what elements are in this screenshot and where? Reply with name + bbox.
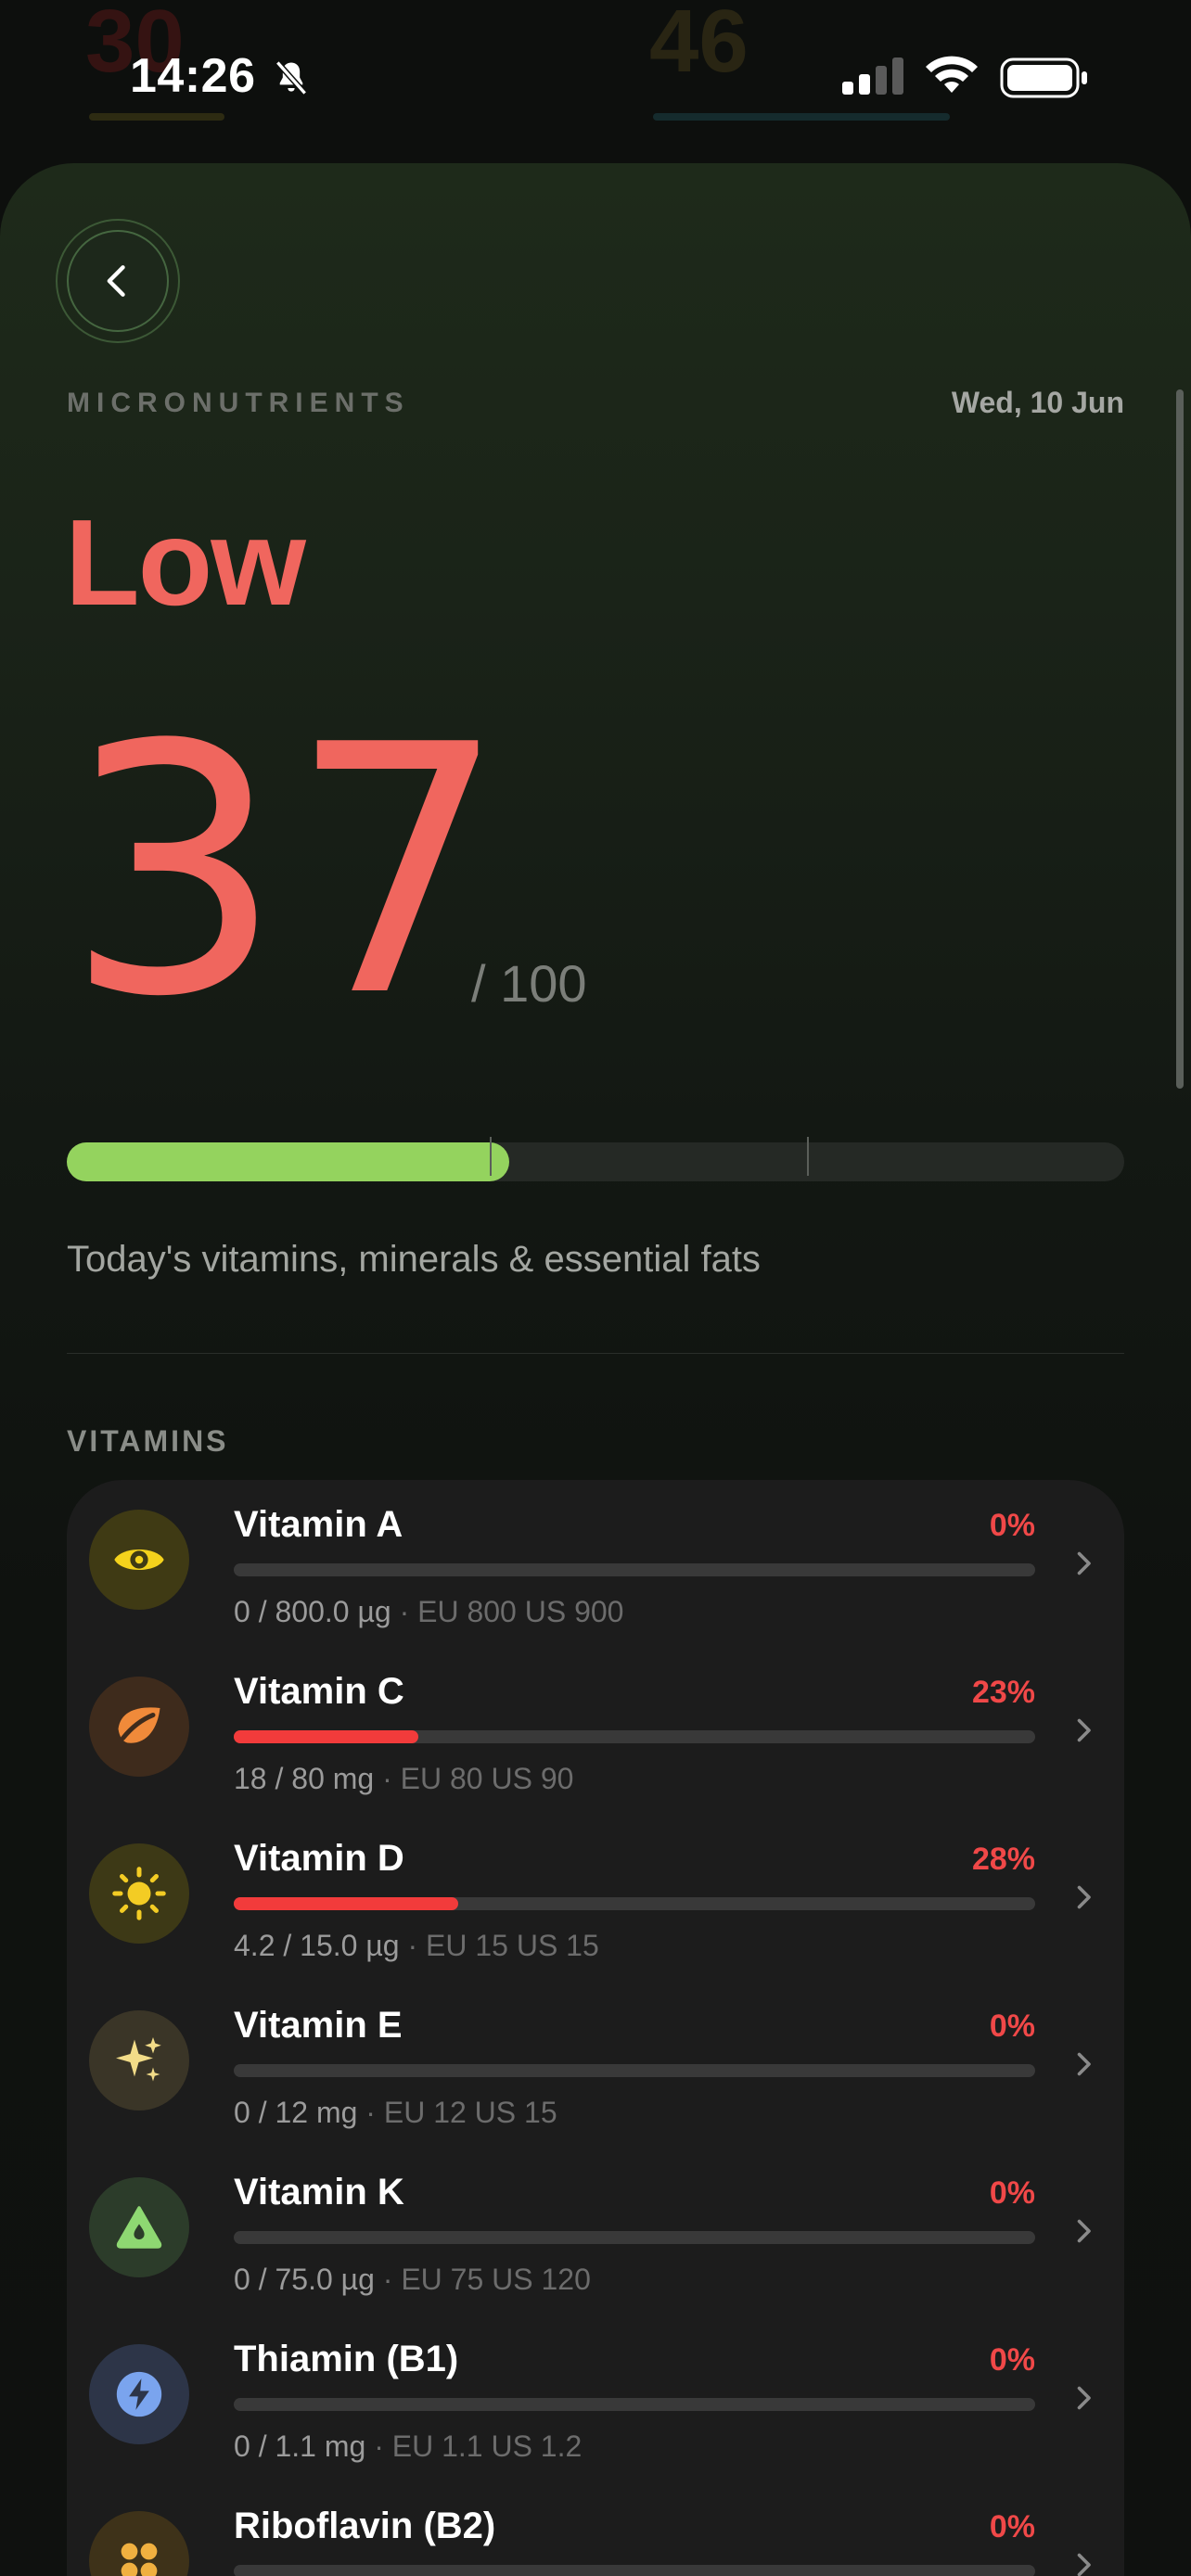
nutrient-progress-fill bbox=[234, 1897, 458, 1910]
nutrient-row-vitamin-a[interactable]: Vitamin A 0% 0 / 800.0 µg · EU 800 US 90… bbox=[67, 1480, 1124, 1647]
nutrient-amount: 0 / 12 mg · EU 12 US 15 bbox=[234, 2096, 557, 2129]
nutrient-row-riboflavin-b2[interactable]: Riboflavin (B2) 0% bbox=[67, 2481, 1124, 2576]
eye-icon bbox=[89, 1510, 189, 1610]
dots-icon bbox=[89, 2511, 189, 2576]
nutrient-percent: 0% bbox=[989, 2342, 1035, 2378]
nutrient-percent: 0% bbox=[989, 2509, 1035, 2544]
chevron-right-icon bbox=[1077, 2553, 1091, 2576]
background-value-right: 46 bbox=[649, 0, 749, 91]
nutrient-name: Riboflavin (B2) bbox=[234, 2506, 496, 2546]
divider bbox=[67, 1353, 1124, 1354]
nutrient-name: Vitamin K bbox=[234, 2172, 404, 2213]
leaf-icon bbox=[89, 1677, 189, 1777]
nutrient-amount: 0 / 800.0 µg · EU 800 US 900 bbox=[234, 1595, 624, 1628]
nutrient-percent: 28% bbox=[971, 1842, 1035, 1877]
nutrient-row-thiamin-b1[interactable]: Thiamin (B1) 0% 0 / 1.1 mg · EU 1.1 US 1… bbox=[67, 2315, 1124, 2481]
bolt-icon bbox=[89, 2344, 189, 2444]
nutrient-amount: 4.2 / 15.0 µg · EU 15 US 15 bbox=[234, 1929, 599, 1962]
nutrient-row-vitamin-k[interactable]: Vitamin K 0% 0 / 75.0 µg · EU 75 US 120 bbox=[67, 2148, 1124, 2315]
nutrient-percent: 0% bbox=[989, 2175, 1035, 2211]
nutrient-name: Vitamin C bbox=[234, 1671, 404, 1712]
battery-icon bbox=[1000, 57, 1089, 103]
nutrient-amount: 0 / 1.1 mg · EU 1.1 US 1.2 bbox=[234, 2429, 583, 2463]
score-subtitle: Today's vitamins, minerals & essential f… bbox=[67, 1239, 761, 1280]
score-progress-fill bbox=[67, 1142, 509, 1181]
nutrient-progress-bar bbox=[234, 2064, 1035, 2077]
chevron-right-icon bbox=[1077, 1718, 1091, 1742]
nutrient-progress-bar bbox=[234, 2398, 1035, 2411]
back-button-inner bbox=[67, 230, 169, 332]
cellular-signal-icon bbox=[842, 57, 905, 99]
sun-icon bbox=[89, 1843, 189, 1944]
nutrient-amount: 0 / 75.0 µg · EU 75 US 120 bbox=[234, 2263, 591, 2296]
back-button[interactable] bbox=[56, 219, 180, 343]
score-progress-bar bbox=[67, 1137, 1124, 1181]
nutrient-name: Vitamin E bbox=[234, 2005, 403, 2046]
section-label: MICRONUTRIENTS bbox=[67, 388, 410, 418]
chevron-right-icon bbox=[1077, 2219, 1091, 2243]
nutrient-progress-bar bbox=[234, 2231, 1035, 2244]
chevron-right-icon bbox=[1077, 2386, 1091, 2410]
status-bar: 30 46 14:26 bbox=[0, 0, 1191, 158]
chevron-right-icon bbox=[1077, 2052, 1091, 2076]
progress-tick bbox=[490, 1137, 492, 1176]
nutrient-progress-bar bbox=[234, 2565, 1035, 2576]
sparkles-icon bbox=[89, 2010, 189, 2111]
background-bar-right bbox=[653, 113, 950, 121]
chevron-left-icon bbox=[107, 265, 125, 297]
score-value: 37 bbox=[65, 673, 513, 1072]
bell-slash-icon bbox=[271, 57, 312, 103]
nutrient-percent: 0% bbox=[989, 2009, 1035, 2044]
nutrient-row-vitamin-e[interactable]: Vitamin E 0% 0 / 12 mg · EU 12 US 15 bbox=[67, 1981, 1124, 2148]
wifi-icon bbox=[924, 56, 980, 101]
nutrient-progress-bar bbox=[234, 1730, 1035, 1743]
micronutrients-sheet: MICRONUTRIENTS Wed, 10 Jun Low 37 / 100 … bbox=[0, 163, 1191, 2576]
nutrient-name: Vitamin A bbox=[234, 1504, 403, 1545]
nutrient-row-vitamin-d[interactable]: Vitamin D 28% 4.2 / 15.0 µg · EU 15 US 1… bbox=[67, 1814, 1124, 1981]
nutrient-row-vitamin-c[interactable]: Vitamin C 23% 18 / 80 mg · EU 80 US 90 bbox=[67, 1647, 1124, 1814]
chevron-right-icon bbox=[1077, 1551, 1091, 1575]
nutrient-amount: 18 / 80 mg · EU 80 US 90 bbox=[234, 1762, 574, 1795]
background-bar-left bbox=[89, 113, 224, 121]
nutrient-name: Thiamin (B1) bbox=[234, 2339, 459, 2379]
progress-tick bbox=[807, 1137, 809, 1176]
scroll-indicator[interactable] bbox=[1176, 389, 1184, 1089]
chevron-right-icon bbox=[1077, 1885, 1091, 1909]
nutrient-percent: 23% bbox=[971, 1675, 1035, 1710]
vitamins-card: Vitamin A 0% 0 / 800.0 µg · EU 800 US 90… bbox=[67, 1480, 1124, 2576]
triangle-drop-icon bbox=[89, 2177, 189, 2277]
status-time: 14:26 bbox=[130, 49, 256, 103]
nutrient-progress-bar bbox=[234, 1563, 1035, 1576]
date-label: Wed, 10 Jun bbox=[951, 386, 1124, 419]
nutrient-progress-bar bbox=[234, 1897, 1035, 1910]
score-status: Low bbox=[65, 494, 306, 631]
nutrient-progress-fill bbox=[234, 1730, 418, 1743]
vitamins-section-label: VITAMINS bbox=[67, 1424, 229, 1458]
score-max: / 100 bbox=[471, 954, 587, 1013]
nutrient-percent: 0% bbox=[989, 1508, 1035, 1543]
nutrient-name: Vitamin D bbox=[234, 1838, 404, 1879]
